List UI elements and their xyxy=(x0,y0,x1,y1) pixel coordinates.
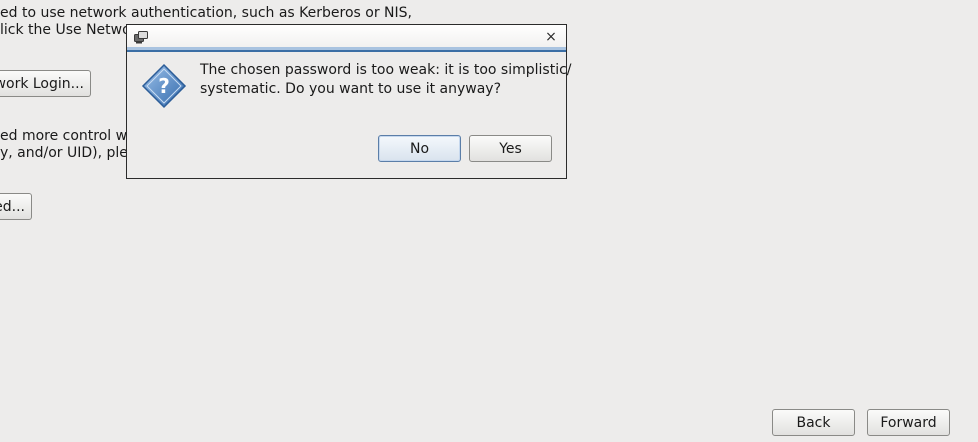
info-text-line-3: ed more control wh xyxy=(0,128,136,144)
info-text-line-2: lick the Use Netwo xyxy=(0,22,131,38)
window-icon xyxy=(134,31,148,44)
info-text-line-4: y, and/or UID), pleas xyxy=(0,145,144,161)
advanced-button[interactable]: ed... xyxy=(0,193,32,220)
info-text-line-1: ed to use network authentication, such a… xyxy=(0,5,412,21)
use-network-login-button[interactable]: twork Login... xyxy=(0,70,91,97)
dialog-titlebar[interactable]: × xyxy=(127,25,566,52)
yes-button[interactable]: Yes xyxy=(469,135,552,162)
back-button[interactable]: Back xyxy=(772,409,855,436)
close-icon[interactable]: × xyxy=(544,28,558,46)
message-line-2: systematic. Do you want to use it anyway… xyxy=(200,81,502,97)
svg-text:?: ? xyxy=(158,74,170,98)
dialog-message: The chosen password is too weak: it is t… xyxy=(200,61,572,99)
forward-button[interactable]: Forward xyxy=(867,409,950,436)
no-button[interactable]: No xyxy=(378,135,461,162)
question-icon: ? xyxy=(141,63,187,109)
weak-password-dialog: × ? The chosen password is too weak: it … xyxy=(126,24,572,179)
message-line-1: The chosen password is too weak: it is t… xyxy=(200,62,572,78)
